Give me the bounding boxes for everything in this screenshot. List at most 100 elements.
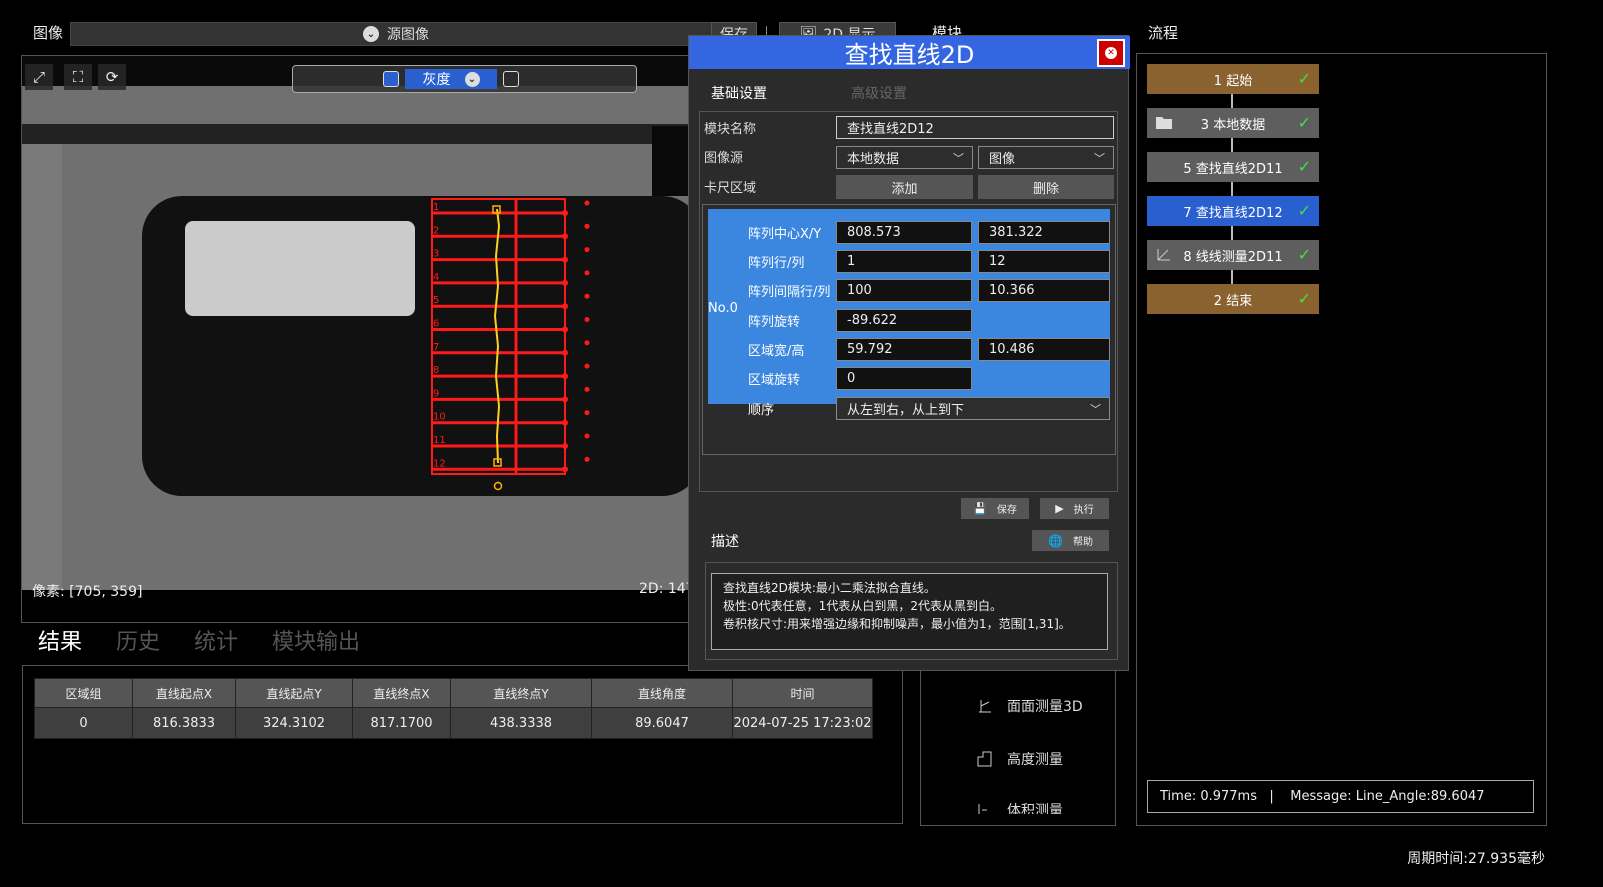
tab-results[interactable]: 结果 xyxy=(38,624,82,656)
image-viewport[interactable]: 1 2 3 4 5 6 7 8 9 10 11 12 xyxy=(22,56,708,590)
caliper-region-label: 卡尺区域 xyxy=(704,181,757,196)
close-icon: ✕ xyxy=(1105,47,1117,59)
caliper-end-handle xyxy=(562,396,568,403)
tab-basic-settings[interactable]: 基础设置 xyxy=(711,83,767,103)
tab-advanced-settings[interactable]: 高级设置 xyxy=(851,83,907,103)
module-item-volume[interactable]: 体积测量 xyxy=(975,800,1115,814)
array-rows-input[interactable]: 1 xyxy=(836,250,972,273)
tab-module-output[interactable]: 模块输出 xyxy=(272,624,360,656)
column-header[interactable]: 直线终点Y xyxy=(450,678,592,708)
add-region-label: 添加 xyxy=(891,181,918,197)
caliper-index-label: 12 xyxy=(433,458,446,469)
description-title: 描述 xyxy=(711,534,739,550)
array-rotation-input[interactable]: -89.622 xyxy=(836,309,972,332)
region-rotation-input[interactable]: 0 xyxy=(836,367,972,390)
region-height-input[interactable]: 10.486 xyxy=(978,338,1110,361)
flow-node-line-measure[interactable]: 8 线线测量2D11 ✓ xyxy=(1147,240,1319,270)
fit-icon[interactable]: ⤢ xyxy=(25,64,53,90)
image-source-select[interactable]: ⌄ 源图像 xyxy=(70,22,722,46)
caliper-end-handle xyxy=(562,443,568,449)
column-header[interactable]: 直线角度 xyxy=(591,678,733,708)
flow-node-label: 8 线线测量2D11 xyxy=(1183,249,1283,265)
caliper-direction-marker xyxy=(584,340,590,346)
array-center-y-input[interactable]: 381.322 xyxy=(978,221,1110,244)
flow-node-end[interactable]: 2 结束 ✓ xyxy=(1147,284,1319,314)
flow-node-local-data[interactable]: 3 本地数据 ✓ xyxy=(1147,108,1319,138)
find-line-dialog: 查找直线2D ✕ 基础设置 高级设置 模块名称 查找直线2D12 图像源 本地数… xyxy=(688,35,1130,671)
image-source-label: 源图像 xyxy=(387,27,429,43)
gray-checkbox[interactable] xyxy=(383,71,399,87)
volume-measure-icon xyxy=(978,804,987,814)
color-checkbox[interactable] xyxy=(503,71,519,87)
fullscreen-icon[interactable]: ⛶ xyxy=(64,64,92,90)
caliper-direction-marker xyxy=(584,456,590,462)
caliper-direction-marker xyxy=(584,200,590,206)
column-header[interactable]: 区域组 xyxy=(34,678,133,708)
region-width-input[interactable]: 59.792 xyxy=(836,338,972,361)
order-dropdown[interactable]: 从左到右，从上到下 ﹀ xyxy=(836,397,1110,420)
refresh-icon[interactable]: ⟳ xyxy=(98,64,126,90)
pixel-readout: 像素: [705, 359] xyxy=(32,584,143,600)
array-cols-input[interactable]: 12 xyxy=(978,250,1110,273)
check-icon: ✓ xyxy=(1297,245,1311,264)
add-region-button[interactable]: 添加 xyxy=(836,175,973,199)
run-button[interactable]: ▶ 执行 xyxy=(1040,498,1109,519)
image-source-sub-dropdown[interactable]: 图像 ﹀ xyxy=(978,146,1114,169)
tab-history[interactable]: 历史 xyxy=(116,624,160,656)
table-cell: 324.3102 xyxy=(235,707,353,739)
caliper-end-handle xyxy=(562,233,568,240)
array-rowcol-label: 阵列行/列 xyxy=(748,256,805,271)
delete-region-button[interactable]: 删除 xyxy=(978,175,1114,199)
chevron-down-icon: ﹀ xyxy=(953,151,964,165)
flow-node-label: 3 本地数据 xyxy=(1200,117,1266,133)
delete-region-label: 删除 xyxy=(1032,181,1059,197)
module-item-height[interactable]: 高度测量 xyxy=(975,749,1063,769)
close-button[interactable]: ✕ xyxy=(1097,39,1125,67)
caliper-end-handle xyxy=(562,373,568,380)
caliper-end-handle xyxy=(562,419,568,426)
array-center-x-input[interactable]: 808.573 xyxy=(836,221,972,244)
array-center-label: 阵列中心X/Y xyxy=(748,227,822,242)
caliper-direction-marker xyxy=(584,317,590,322)
help-button[interactable]: 🌐 帮助 xyxy=(1032,530,1109,551)
table-row[interactable]: 0 816.3833 324.3102 817.1700 438.3338 89… xyxy=(34,707,873,739)
table-cell: 89.6047 xyxy=(591,707,733,739)
caliper-direction-marker xyxy=(584,386,590,392)
column-header[interactable]: 直线起点Y xyxy=(235,678,353,708)
cycle-time: 周期时间:27.935毫秒 xyxy=(1407,851,1545,867)
check-icon: ✓ xyxy=(1297,69,1311,88)
caliper-end-handle xyxy=(562,256,568,263)
module-item-volume-clip: 体积测量 xyxy=(975,800,1115,814)
tab-statistics[interactable]: 统计 xyxy=(194,624,238,656)
image-source-dropdown[interactable]: 本地数据 ﹀ xyxy=(836,146,973,169)
caliper-direction-marker xyxy=(584,433,590,439)
height-measure-icon xyxy=(977,751,992,767)
column-header[interactable]: 时间 xyxy=(732,678,873,708)
description-line: 极性:0代表任意，1代表从白到黑，2代表从黑到白。 xyxy=(723,599,1002,613)
caliper-end-handle xyxy=(562,326,568,333)
caliper-end-handle xyxy=(562,349,568,356)
module-item-surface-3d[interactable]: 面面测量3D xyxy=(975,696,1083,716)
check-icon: ✓ xyxy=(1297,113,1311,132)
flow-node-start[interactable]: 1 起始 ✓ xyxy=(1147,64,1319,94)
caliper-index-label: 7 xyxy=(433,342,439,353)
flow-node-find-line-11[interactable]: 5 查找直线2D11 ✓ xyxy=(1147,152,1319,182)
dialog-save-button[interactable]: 💾 保存 xyxy=(961,498,1029,519)
array-spacing-col-input[interactable]: 10.366 xyxy=(978,279,1110,302)
caliper-end-handle xyxy=(562,279,568,286)
dialog-title-bar[interactable]: 查找直线2D xyxy=(689,36,1130,69)
module-name-input[interactable]: 查找直线2D12 xyxy=(836,116,1114,139)
caliper-index-label: 2 xyxy=(433,225,439,236)
caliper-index-label: 1 xyxy=(433,202,439,213)
flow-node-find-line-12[interactable]: 7 查找直线2D12 ✓ xyxy=(1147,196,1319,226)
caliper-index-label: 9 xyxy=(433,388,439,399)
table-cell: 0 xyxy=(34,707,133,739)
array-spacing-row-input[interactable]: 100 xyxy=(836,279,972,302)
coord-readout: 2D: 147 xyxy=(639,581,695,597)
image-status-bar: 像素: [705, 359] 2D: 147 xyxy=(22,578,708,600)
chevron-down-icon: ⌄ xyxy=(464,71,480,87)
column-header[interactable]: 直线终点X xyxy=(352,678,451,708)
column-header[interactable]: 直线起点X xyxy=(132,678,236,708)
gray-mode-select[interactable]: 灰度 ⌄ xyxy=(405,69,497,89)
table-cell: 816.3833 xyxy=(132,707,236,739)
